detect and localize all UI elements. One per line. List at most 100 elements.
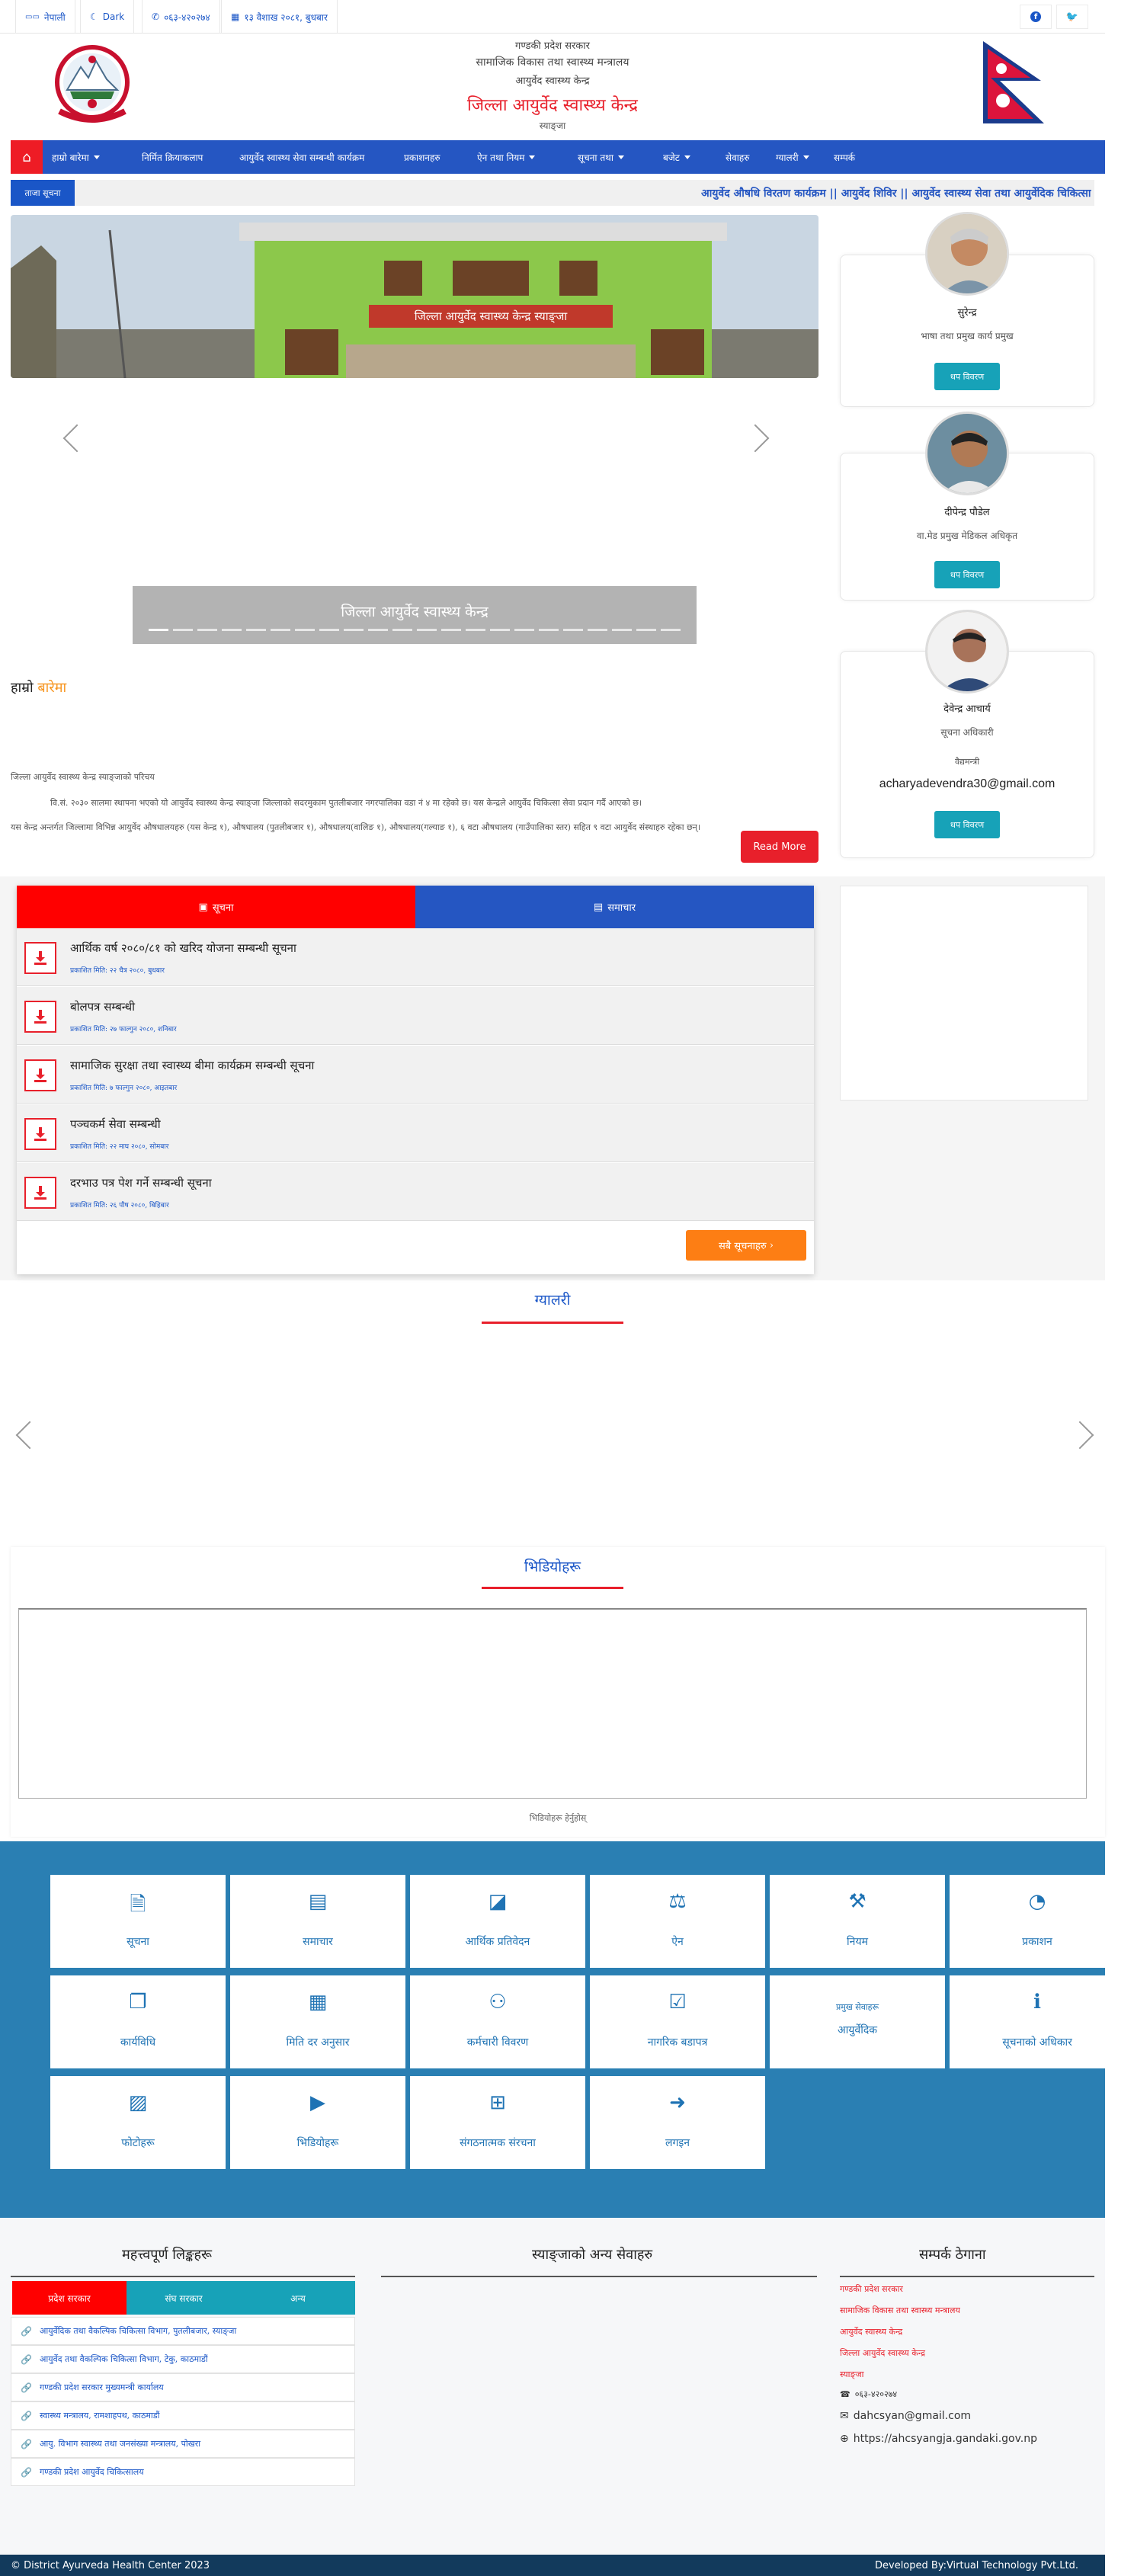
profile-email-3[interactable]: acharyadevendra30@gmail.com: [840, 777, 1094, 791]
slider-dot[interactable]: [539, 629, 559, 631]
tab-notices[interactable]: ▣ सूचना: [17, 886, 415, 928]
service-tile[interactable]: ➜ लगइन: [590, 2076, 765, 2169]
tab-others[interactable]: अन्य: [241, 2281, 355, 2315]
service-tile[interactable]: ▦ मिति दर अनुसार: [230, 1975, 405, 2068]
service-tile[interactable]: ◪ आर्थिक प्रतिवेदन: [410, 1875, 585, 1968]
notice-row[interactable]: आर्थिक वर्ष २०८०/८१ को खरिद योजना सम्बन्…: [17, 928, 814, 986]
read-more-button[interactable]: Read More: [741, 831, 818, 863]
slider-dot[interactable]: [392, 629, 412, 631]
service-tile-label: प्रकाशन: [1022, 1936, 1052, 1948]
service-tile-label: नागरिक बडापत्र: [647, 2036, 708, 2049]
developer-credit[interactable]: Developed By:Virtual Technology Pvt.Ltd.: [875, 2560, 1078, 2571]
nav-item-programs[interactable]: आयुर्वेद स्वास्थ्य सेवा सम्बन्धी कार्यक्…: [239, 140, 364, 174]
contact-website[interactable]: ⊕ https://ahcsyangja.gandaki.gov.np: [840, 2433, 1037, 2445]
home-nav-button[interactable]: ⌂: [11, 140, 43, 174]
footer-link-item[interactable]: 🔗 स्वास्थ्य मन्त्रालय, रामशाहपथ, काठमाडौं: [11, 2401, 355, 2430]
slider-dot[interactable]: [588, 629, 607, 631]
footer-link-item[interactable]: 🔗 गण्डकी प्रदेश सरकार मुख्यमन्त्री कार्या…: [11, 2373, 355, 2401]
slider-dot[interactable]: [661, 629, 681, 631]
notices-box: ▣ सूचना ▤ समाचार आर्थिक वर्ष २०८०/८१ को खर…: [17, 886, 814, 1274]
contact-email[interactable]: ✉ dahcsyan@gmail.com: [840, 2410, 971, 2422]
profile-details-button-2[interactable]: थप विवरण: [934, 561, 1000, 588]
download-icon[interactable]: [24, 1177, 56, 1209]
nav-item-acts[interactable]: ऐन तथा नियम: [477, 140, 536, 174]
service-tile[interactable]: ☑ नागरिक बडापत्र: [590, 1975, 765, 2068]
service-tile[interactable]: 🗎 सूचना: [50, 1875, 226, 1968]
view-all-notices-button[interactable]: सबै सूचनाहरु ›: [686, 1230, 806, 1261]
service-tile[interactable]: ⚒ नियम: [770, 1875, 945, 1968]
nav-item-budget[interactable]: बजेट: [663, 140, 690, 174]
more-videos-link[interactable]: भिडियोहरू हेर्नुहोस्: [11, 1812, 1105, 1824]
service-tile[interactable]: ▤ समाचार: [230, 1875, 405, 1968]
service-tile[interactable]: ◔ प्रकाशन: [950, 1875, 1125, 1968]
slider-dot[interactable]: [368, 629, 388, 631]
slider-dot[interactable]: [344, 629, 364, 631]
slider-dot[interactable]: [197, 629, 217, 631]
slider-dot[interactable]: [222, 629, 242, 631]
download-icon[interactable]: [24, 942, 56, 974]
slider-dot[interactable]: [417, 629, 437, 631]
dark-mode-toggle[interactable]: ☾ Dark: [80, 0, 135, 34]
facebook-link[interactable]: f: [1020, 5, 1052, 29]
header-line-2: सामाजिक विकास तथा स्वास्थ्य मन्त्रालय: [476, 56, 629, 69]
nav-item-publications[interactable]: प्रकाशनहरु: [404, 140, 440, 174]
profile-details-button-1[interactable]: थप विवरण: [934, 363, 1000, 390]
slider-dot[interactable]: [563, 629, 583, 631]
service-tile[interactable]: प्रमुख सेवाहरू आयुर्वेदिक: [770, 1975, 945, 2068]
contact-phone[interactable]: ☎ ०६३-४२०२७४: [840, 2389, 897, 2400]
slider-dot[interactable]: [173, 629, 193, 631]
tab-news[interactable]: ▤ समाचार: [415, 886, 814, 928]
tab-provincial-government[interactable]: प्रदेश सरकार: [12, 2281, 127, 2315]
nav-item-about[interactable]: हाम्रो बारेमा: [52, 140, 100, 174]
nav-item-notices[interactable]: सूचना तथा: [578, 140, 624, 174]
footer-link-item[interactable]: 🔗 आयुर्वेद तथा वैकल्पिक चिकित्सा विभाग, ट…: [11, 2345, 355, 2373]
download-icon[interactable]: [24, 1059, 56, 1091]
footer-link-item[interactable]: 🔗 आयु. विभाग स्वास्थ्य तथा जनसंख्या मन्त्…: [11, 2430, 355, 2458]
nav-item-contact[interactable]: सम्पर्क: [834, 140, 855, 174]
slider-dot[interactable]: [246, 629, 266, 631]
twitter-link[interactable]: 🐦: [1056, 5, 1088, 29]
service-tile-label: कार्यविधि: [120, 2036, 156, 2049]
notice-row[interactable]: सामाजिक सुरक्षा तथा स्वास्थ्य बीमा कार्य…: [17, 1046, 814, 1104]
service-tile[interactable]: ▶ भिडियोहरू: [230, 2076, 405, 2169]
service-tile[interactable]: ❐ कार्यविधि: [50, 1975, 226, 2068]
slider-dot[interactable]: [149, 629, 168, 631]
gallery-prev-icon[interactable]: [15, 1421, 44, 1450]
nav-item-services[interactable]: सेवाहरु: [726, 140, 749, 174]
gallery-next-icon[interactable]: [1065, 1421, 1094, 1450]
nav-item-activities[interactable]: निर्मित क्रियाकलाप: [142, 140, 203, 174]
tab-federal-government[interactable]: संघ सरकार: [127, 2281, 241, 2315]
download-icon[interactable]: [24, 1001, 56, 1033]
phone-link[interactable]: ✆ ०६३-४२०२७४: [142, 0, 220, 34]
slider-dot[interactable]: [271, 629, 290, 631]
profile-details-button-3[interactable]: थप विवरण: [934, 811, 1000, 838]
footer-link-item[interactable]: 🔗 आयुर्वेदिक तथा वैकल्पिक चिकित्सा विभाग,…: [11, 2317, 355, 2345]
slider-dot[interactable]: [490, 629, 510, 631]
slider-image[interactable]: जिल्ला आयुर्वेद स्वास्थ्य केन्द्र स्याङ्…: [11, 215, 818, 378]
ticker-text[interactable]: आयुर्वेद औषधि विरतण कार्यक्रम || आयुर्वे…: [701, 180, 1091, 206]
service-tile[interactable]: ⚇ कर्मचारी विवरण: [410, 1975, 585, 2068]
slider-dot[interactable]: [466, 629, 485, 631]
language-toggle[interactable]: ▭▭ नेपाली: [15, 0, 75, 34]
footer-link-item[interactable]: 🔗 गण्डकी प्रदेश आयुर्वेद चिकित्सालय: [11, 2458, 355, 2486]
slider-dot[interactable]: [295, 629, 315, 631]
gavel-icon: ⚒: [848, 1890, 867, 1913]
facebook-icon: f: [1030, 11, 1041, 22]
slider-dot[interactable]: [636, 629, 656, 631]
download-icon[interactable]: [24, 1118, 56, 1150]
slider-dot[interactable]: [612, 629, 632, 631]
slider-prev-icon[interactable]: [62, 424, 91, 453]
notice-row[interactable]: दरभाउ पत्र पेश गर्ने सम्बन्धी सूचना प्रक…: [17, 1163, 814, 1221]
notice-row[interactable]: बोलपत्र सम्बन्धी प्रकाशित मिति: २७ फाल्ग…: [17, 987, 814, 1045]
notice-row[interactable]: पञ्चकर्म सेवा सम्बन्धी प्रकाशित मिति: २२…: [17, 1104, 814, 1162]
slider-dot[interactable]: [441, 629, 461, 631]
video-player[interactable]: [18, 1608, 1087, 1799]
nav-item-gallery[interactable]: ग्यालरी: [776, 140, 809, 174]
slider-dot[interactable]: [514, 629, 534, 631]
service-tile[interactable]: ⚖ ऐन: [590, 1875, 765, 1968]
slider-dot[interactable]: [319, 629, 339, 631]
service-tile[interactable]: ▨ फोटोहरू: [50, 2076, 226, 2169]
service-tile[interactable]: ⊞ संगठनात्मक संरचना: [410, 2076, 585, 2169]
slider-next-icon[interactable]: [741, 424, 770, 453]
service-tile[interactable]: ℹ सूचनाको अधिकार: [950, 1975, 1125, 2068]
